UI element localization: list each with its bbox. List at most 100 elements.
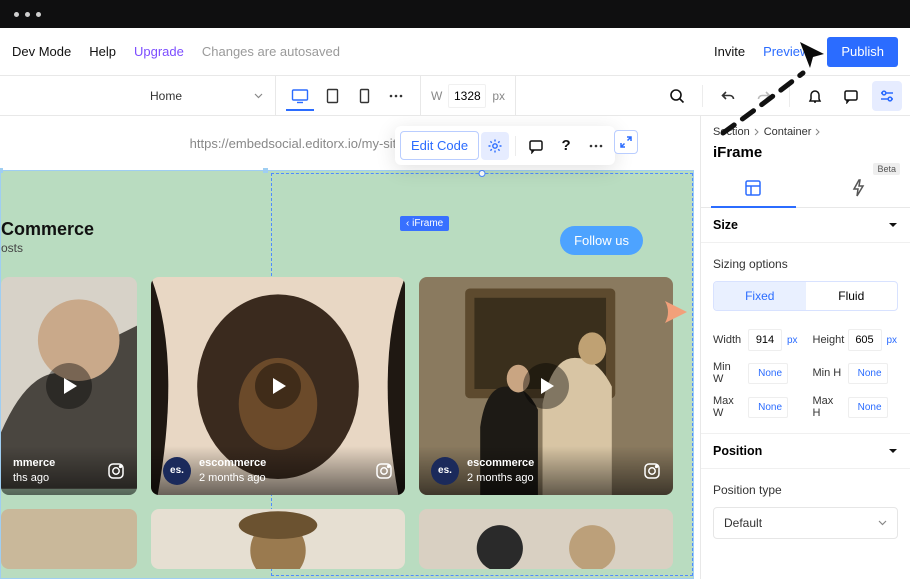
tile-time: ths ago: [13, 471, 55, 485]
tile-image: [151, 509, 405, 569]
position-section-header[interactable]: Position: [701, 434, 910, 469]
position-section: Position type Default: [701, 469, 910, 553]
element-tag-label[interactable]: ‹ iFrame: [400, 216, 449, 231]
width-unit[interactable]: px: [787, 335, 798, 346]
element-comment-button[interactable]: [522, 132, 550, 160]
page-dropdown-label: Home: [150, 89, 182, 103]
minw-input[interactable]: None: [748, 363, 788, 384]
feed-tile[interactable]: [151, 509, 405, 569]
more-icon: [589, 144, 603, 148]
tile-author: escommerce: [467, 456, 534, 470]
tile-image: [1, 509, 137, 569]
comments-button[interactable]: [836, 81, 866, 111]
comment-icon: [528, 138, 544, 154]
breadcrumb-item[interactable]: Container: [764, 126, 812, 138]
traffic-light-dot: [36, 12, 41, 17]
mobile-device-button[interactable]: [350, 82, 378, 110]
element-help-button[interactable]: ?: [552, 132, 580, 160]
tab-interactions[interactable]: Beta: [806, 169, 910, 207]
play-icon: [523, 363, 569, 409]
element-more-button[interactable]: [582, 132, 610, 160]
feed-tile[interactable]: es. escommerce2 months ago: [151, 277, 405, 495]
edit-code-button[interactable]: Edit Code: [400, 131, 479, 160]
expand-element-button[interactable]: [614, 130, 638, 154]
help-link[interactable]: Help: [89, 44, 116, 59]
desktop-device-button[interactable]: [286, 82, 314, 110]
tile-author: mmerce: [13, 456, 55, 470]
device-breakpoints: [276, 76, 421, 115]
height-input[interactable]: [848, 329, 882, 351]
bell-icon: [807, 88, 823, 104]
minh-input[interactable]: None: [848, 363, 888, 384]
tile-author: escommerce: [199, 456, 266, 470]
size-header-label: Size: [713, 218, 738, 232]
top-app-menu: Dev Mode Help Upgrade Changes are autosa…: [0, 28, 910, 76]
instagram-icon: [643, 462, 661, 480]
desktop-icon: [291, 88, 309, 104]
upgrade-link[interactable]: Upgrade: [134, 44, 184, 59]
maxw-label: Max W: [713, 395, 743, 419]
element-settings-button[interactable]: [481, 132, 509, 160]
width-label: Width: [713, 334, 743, 346]
sliders-icon: [879, 88, 895, 104]
tile-overlay: es. escommerce2 months ago: [419, 446, 673, 495]
page-dropdown[interactable]: Home: [138, 76, 276, 115]
sizing-options-label: Sizing options: [713, 257, 898, 271]
tile-overlay: es. escommerce2 months ago: [151, 446, 405, 495]
feed-tile[interactable]: mmerceths ago: [1, 277, 137, 495]
tab-design[interactable]: [701, 169, 806, 207]
notifications-button[interactable]: [800, 81, 830, 111]
sizing-fluid-option[interactable]: Fluid: [806, 282, 898, 310]
position-header-label: Position: [713, 444, 762, 458]
breadcrumb: Section Container: [701, 116, 910, 142]
publish-button[interactable]: Publish: [827, 37, 898, 67]
size-section-header[interactable]: Size: [701, 208, 910, 243]
play-icon: [46, 363, 92, 409]
search-icon: [669, 88, 685, 104]
sizing-fixed-option[interactable]: Fixed: [714, 282, 806, 310]
size-section: Sizing options Fixed Fluid Widthpx Heigh…: [701, 243, 910, 434]
tablet-icon: [326, 88, 339, 104]
redo-button[interactable]: [749, 81, 779, 111]
tile-time: 2 months ago: [199, 471, 266, 485]
undo-button[interactable]: [713, 81, 743, 111]
feed-tile[interactable]: [419, 509, 673, 569]
comment-icon: [843, 88, 859, 104]
chevron-right-icon: [754, 128, 760, 136]
maxw-input[interactable]: None: [748, 397, 788, 418]
width-unit: px: [492, 89, 505, 103]
traffic-light-dot: [25, 12, 30, 17]
bolt-icon: [851, 179, 865, 197]
feed-title: Commerce: [1, 219, 94, 240]
maxh-input[interactable]: None: [848, 397, 888, 418]
gear-icon: [487, 138, 503, 154]
feed-tile[interactable]: es. escommerce2 months ago: [419, 277, 673, 495]
inspector-toggle-button[interactable]: [872, 81, 902, 111]
sizing-mode-segmented: Fixed Fluid: [713, 281, 898, 311]
position-type-select[interactable]: Default: [713, 507, 898, 539]
mobile-icon: [359, 88, 370, 104]
editor-toolbar: Home W px: [0, 76, 910, 116]
traffic-light-dot: [14, 12, 19, 17]
canvas-stage[interactable]: Commerce osts Follow us ‹ iFrame mmercet…: [0, 170, 694, 579]
feed-tile[interactable]: [1, 509, 137, 569]
invite-link[interactable]: Invite: [714, 44, 745, 59]
canvas-width-input[interactable]: [448, 84, 486, 108]
preview-link[interactable]: Preview: [763, 44, 809, 59]
question-icon: ?: [562, 137, 571, 154]
avatar: es.: [431, 457, 459, 485]
width-label: W: [431, 89, 442, 103]
expand-icon: [620, 136, 632, 148]
tablet-device-button[interactable]: [318, 82, 346, 110]
devmode-link[interactable]: Dev Mode: [12, 44, 71, 59]
search-button[interactable]: [662, 81, 692, 111]
inspector-panel: Section Container iFrame Beta Size Sizin…: [700, 116, 910, 579]
height-unit[interactable]: px: [887, 335, 898, 346]
resize-handle-top[interactable]: [479, 170, 486, 177]
width-input[interactable]: [748, 329, 782, 351]
tile-time: 2 months ago: [467, 471, 534, 485]
breadcrumb-item[interactable]: Section: [713, 126, 750, 138]
more-devices-button[interactable]: [382, 82, 410, 110]
annotation-arrow-icon: [655, 299, 687, 325]
maxh-label: Max H: [813, 395, 843, 419]
